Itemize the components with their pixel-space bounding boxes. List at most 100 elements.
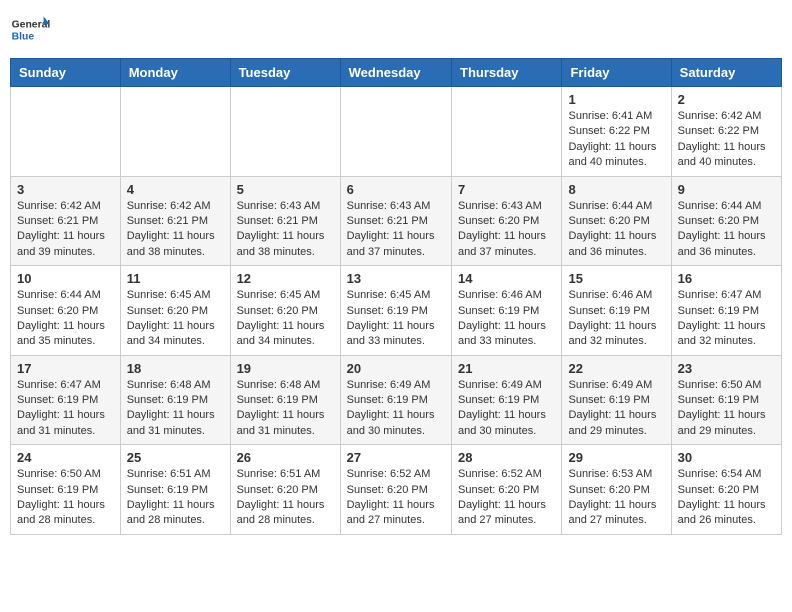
calendar-cell: 5 Sunrise: 6:43 AM Sunset: 6:21 PM Daylig… [230, 176, 340, 266]
day-number: 11 [127, 271, 224, 286]
calendar-cell: 13Sunrise: 6:45 AM Sunset: 6:19 PM Dayli… [340, 266, 451, 356]
day-info: Sunrise: 6:43 AM Sunset: 6:20 PM Dayligh… [458, 199, 555, 261]
day-info: Sunrise: 6:51 AM Sunset: 6:19 PM Dayligh… [127, 467, 224, 529]
day-info: Sunrise: 6:47 AM Sunset: 6:19 PM Dayligh… [678, 288, 775, 350]
day-info: Sunrise: 6:52 AM Sunset: 6:20 PM Dayligh… [347, 467, 445, 529]
calendar-cell: 17 Sunrise: 6:47 AM Sunset: 6:19 PM Dayli… [11, 355, 121, 445]
calendar-cell: 9 Sunrise: 6:44 AM Sunset: 6:20 PM Daylig… [671, 176, 781, 266]
day-number: 16 [678, 271, 775, 286]
day-info: Sunrise: 6:50 AM Sunset: 6:19 PM Dayligh… [17, 467, 114, 529]
day-info: Sunrise: 6:54 AM Sunset: 6:20 PM Dayligh… [678, 467, 775, 529]
weekday-header-wednesday: Wednesday [340, 59, 451, 87]
day-info: Sunrise: 6:49 AM Sunset: 6:19 PM Dayligh… [568, 378, 664, 440]
day-number: 17 [17, 361, 114, 376]
day-info: Sunrise: 6:52 AM Sunset: 6:20 PM Dayligh… [458, 467, 555, 529]
day-number: 20 [347, 361, 445, 376]
day-number: 14 [458, 271, 555, 286]
calendar-cell: 10 Sunrise: 6:44 AM Sunset: 6:20 PM Dayli… [11, 266, 121, 356]
day-number: 19 [237, 361, 334, 376]
weekday-header-row: SundayMondayTuesdayWednesdayThursdayFrid… [11, 59, 782, 87]
day-info: Sunrise: 6:41 AM Sunset: 6:22 PM Dayligh… [568, 109, 664, 171]
day-number: 29 [568, 450, 664, 465]
calendar-cell [120, 87, 230, 177]
day-info: Sunrise: 6:48 AM Sunset: 6:19 PM Dayligh… [127, 378, 224, 440]
calendar-cell: 29 Sunrise: 6:53 AM Sunset: 6:20 PM Dayli… [562, 445, 671, 535]
calendar-cell [11, 87, 121, 177]
day-info: Sunrise: 6:46 AM Sunset: 6:19 PM Dayligh… [568, 288, 664, 350]
day-number: 15 [568, 271, 664, 286]
svg-text:Blue: Blue [12, 32, 35, 43]
day-number: 30 [678, 450, 775, 465]
day-number: 22 [568, 361, 664, 376]
weekday-header-sunday: Sunday [11, 59, 121, 87]
week-row-2: 10 Sunrise: 6:44 AM Sunset: 6:20 PM Dayli… [11, 266, 782, 356]
day-number: 12 [237, 271, 334, 286]
calendar-cell: 7 Sunrise: 6:43 AM Sunset: 6:20 PM Daylig… [452, 176, 562, 266]
calendar-cell: 4Sunrise: 6:42 AM Sunset: 6:21 PM Daylig… [120, 176, 230, 266]
day-number: 10 [17, 271, 114, 286]
calendar-cell [230, 87, 340, 177]
calendar-cell: 22 Sunrise: 6:49 AM Sunset: 6:19 PM Dayli… [562, 355, 671, 445]
day-number: 8 [568, 182, 664, 197]
day-number: 2 [678, 92, 775, 107]
week-row-3: 17 Sunrise: 6:47 AM Sunset: 6:19 PM Dayli… [11, 355, 782, 445]
weekday-header-thursday: Thursday [452, 59, 562, 87]
calendar-cell: 23 Sunrise: 6:50 AM Sunset: 6:19 PM Dayli… [671, 355, 781, 445]
calendar-cell: 18 Sunrise: 6:48 AM Sunset: 6:19 PM Dayli… [120, 355, 230, 445]
day-info: Sunrise: 6:48 AM Sunset: 6:19 PM Dayligh… [237, 378, 334, 440]
day-number: 6 [347, 182, 445, 197]
weekday-header-tuesday: Tuesday [230, 59, 340, 87]
calendar-cell: 19 Sunrise: 6:48 AM Sunset: 6:19 PM Dayli… [230, 355, 340, 445]
day-info: Sunrise: 6:53 AM Sunset: 6:20 PM Dayligh… [568, 467, 664, 529]
calendar-cell: 8 Sunrise: 6:44 AM Sunset: 6:20 PM Daylig… [562, 176, 671, 266]
day-number: 13 [347, 271, 445, 286]
weekday-header-friday: Friday [562, 59, 671, 87]
day-info: Sunrise: 6:50 AM Sunset: 6:19 PM Dayligh… [678, 378, 775, 440]
calendar-cell [340, 87, 451, 177]
logo: General Blue [10, 10, 50, 50]
calendar-cell: 21Sunrise: 6:49 AM Sunset: 6:19 PM Dayli… [452, 355, 562, 445]
calendar-cell: 6Sunrise: 6:43 AM Sunset: 6:21 PM Daylig… [340, 176, 451, 266]
calendar-cell: 30 Sunrise: 6:54 AM Sunset: 6:20 PM Dayli… [671, 445, 781, 535]
week-row-1: 3 Sunrise: 6:42 AM Sunset: 6:21 PM Daylig… [11, 176, 782, 266]
week-row-0: 1Sunrise: 6:41 AM Sunset: 6:22 PM Daylig… [11, 87, 782, 177]
day-info: Sunrise: 6:43 AM Sunset: 6:21 PM Dayligh… [237, 199, 334, 261]
logo-icon: General Blue [10, 10, 50, 50]
day-info: Sunrise: 6:44 AM Sunset: 6:20 PM Dayligh… [17, 288, 114, 350]
calendar-cell: 14 Sunrise: 6:46 AM Sunset: 6:19 PM Dayli… [452, 266, 562, 356]
calendar-cell: 16 Sunrise: 6:47 AM Sunset: 6:19 PM Dayli… [671, 266, 781, 356]
calendar-cell: 20 Sunrise: 6:49 AM Sunset: 6:19 PM Dayli… [340, 355, 451, 445]
calendar-cell [452, 87, 562, 177]
day-info: Sunrise: 6:44 AM Sunset: 6:20 PM Dayligh… [678, 199, 775, 261]
day-info: Sunrise: 6:49 AM Sunset: 6:19 PM Dayligh… [347, 378, 445, 440]
day-info: Sunrise: 6:45 AM Sunset: 6:20 PM Dayligh… [127, 288, 224, 350]
calendar-cell: 28Sunrise: 6:52 AM Sunset: 6:20 PM Dayli… [452, 445, 562, 535]
day-info: Sunrise: 6:46 AM Sunset: 6:19 PM Dayligh… [458, 288, 555, 350]
day-info: Sunrise: 6:45 AM Sunset: 6:20 PM Dayligh… [237, 288, 334, 350]
day-number: 25 [127, 450, 224, 465]
week-row-4: 24Sunrise: 6:50 AM Sunset: 6:19 PM Dayli… [11, 445, 782, 535]
calendar-cell: 25 Sunrise: 6:51 AM Sunset: 6:19 PM Dayli… [120, 445, 230, 535]
day-number: 7 [458, 182, 555, 197]
weekday-header-monday: Monday [120, 59, 230, 87]
weekday-header-saturday: Saturday [671, 59, 781, 87]
calendar: SundayMondayTuesdayWednesdayThursdayFrid… [10, 58, 782, 535]
calendar-cell: 24Sunrise: 6:50 AM Sunset: 6:19 PM Dayli… [11, 445, 121, 535]
day-number: 9 [678, 182, 775, 197]
day-number: 3 [17, 182, 114, 197]
calendar-cell: 11 Sunrise: 6:45 AM Sunset: 6:20 PM Dayli… [120, 266, 230, 356]
day-info: Sunrise: 6:47 AM Sunset: 6:19 PM Dayligh… [17, 378, 114, 440]
header: General Blue [10, 10, 782, 50]
day-number: 18 [127, 361, 224, 376]
day-info: Sunrise: 6:42 AM Sunset: 6:22 PM Dayligh… [678, 109, 775, 171]
day-number: 23 [678, 361, 775, 376]
calendar-cell: 26Sunrise: 6:51 AM Sunset: 6:20 PM Dayli… [230, 445, 340, 535]
day-number: 5 [237, 182, 334, 197]
calendar-cell: 3 Sunrise: 6:42 AM Sunset: 6:21 PM Daylig… [11, 176, 121, 266]
day-info: Sunrise: 6:42 AM Sunset: 6:21 PM Dayligh… [17, 199, 114, 261]
calendar-cell: 2 Sunrise: 6:42 AM Sunset: 6:22 PM Daylig… [671, 87, 781, 177]
day-info: Sunrise: 6:44 AM Sunset: 6:20 PM Dayligh… [568, 199, 664, 261]
day-info: Sunrise: 6:49 AM Sunset: 6:19 PM Dayligh… [458, 378, 555, 440]
calendar-cell: 27Sunrise: 6:52 AM Sunset: 6:20 PM Dayli… [340, 445, 451, 535]
day-info: Sunrise: 6:42 AM Sunset: 6:21 PM Dayligh… [127, 199, 224, 261]
